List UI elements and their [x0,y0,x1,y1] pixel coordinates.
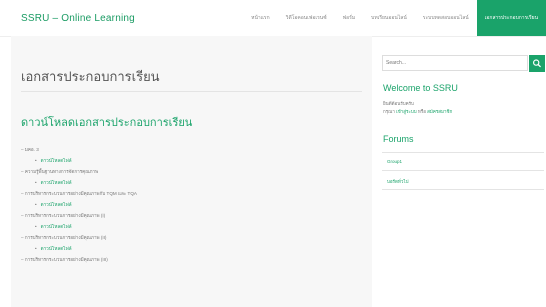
document-list-item: • ดาวน์โหลดไฟล์ [21,221,366,232]
login-prompt-prefix: กรุณา [383,109,395,114]
nav-item-home[interactable]: หน้าแรก [243,0,277,36]
forum-divider [382,170,544,171]
download-file-link[interactable]: ดาวน์โหลดไฟล์ [41,158,72,163]
login-link[interactable]: เข้าสู่ระบบ [396,109,416,114]
welcome-text: ยินดีต้อนรับครับ [383,101,414,106]
download-file-link[interactable]: ดาวน์โหลดไฟล์ [41,202,72,207]
forum-divider [382,189,544,190]
document-category: – มคอ. 3 [21,147,39,152]
document-category: – การบริหารกระบวนการอย่างมีคุณภาพกับ TQM… [21,191,137,196]
download-file-link[interactable]: ดาวน์โหลดไฟล์ [41,180,72,185]
welcome-title: Welcome to SSRU [383,83,458,93]
bullet-icon: • [35,180,37,185]
main-content: เอกสารประกอบการเรียน ดาวน์โหลดเอกสารประก… [11,36,372,307]
document-list-item: • ดาวน์โหลดไฟล์ [21,155,366,166]
document-category: – การบริหารกระบวนการอย่างมีคุณภาพ (III) [21,257,108,262]
bullet-icon: • [35,246,37,251]
bullet-icon: • [35,202,37,207]
register-link[interactable]: สมัครสมาชิก [427,109,452,114]
download-file-link[interactable]: ดาวน์โหลดไฟล์ [41,246,72,251]
forum-link-general-board[interactable]: บอร์ดทั่วไป [387,178,409,185]
nav-item-online-lessons[interactable]: บทเรียนออนไลน์ [363,0,415,36]
forums-title: Forums [383,134,414,144]
main-nav: หน้าแรก วิดีโอคอนเฟอเรนซ์ ฟอรั่ม บทเรียน… [243,0,546,36]
document-category: – ความรู้พื้นฐานทางการจัดการคุณภาพ [21,169,99,174]
document-category: – การบริหารกระบวนการอย่างมีคุณภาพ (I) [21,213,106,218]
bullet-icon: • [35,158,37,163]
document-list-item: • ดาวน์โหลดไฟล์ [21,177,366,188]
document-list: – มคอ. 3 • ดาวน์โหลดไฟล์ – ความรู้พื้นฐานทา… [21,144,366,265]
nav-item-online-tests[interactable]: ระบบทดสอบออนไลน์ [415,0,477,36]
search-button[interactable] [529,55,545,72]
nav-item-video-conference[interactable]: วิดีโอคอนเฟอเรนซ์ [278,0,335,36]
login-prompt: กรุณา เข้าสู่ระบบ หรือ สมัครสมาชิก [383,108,452,115]
site-logo-link[interactable]: SSRU – Online Learning [21,13,135,24]
sidebar: Welcome to SSRU ยินดีต้อนรับครับ กรุณา เ… [382,36,546,307]
search-input[interactable] [382,55,528,71]
top-navbar: SSRU – Online Learning หน้าแรก วิดีโอคอน… [0,0,546,37]
download-file-link[interactable]: ดาวน์โหลดไฟล์ [41,224,72,229]
login-prompt-or: หรือ [417,109,426,114]
document-category: – การบริหารกระบวนการอย่างมีคุณภาพ (II) [21,235,107,240]
title-divider [21,91,362,92]
forum-divider [382,152,544,153]
nav-item-course-documents[interactable]: เอกสารประกอบการเรียน [476,0,546,36]
forum-link-group1[interactable]: Group1 [387,159,402,164]
bullet-icon: • [35,224,37,229]
document-list-item: • ดาวน์โหลดไฟล์ [21,199,366,210]
section-title: ดาวน์โหลดเอกสารประกอบการเรียน [21,117,193,129]
document-list-item: • ดาวน์โหลดไฟล์ [21,243,366,254]
page-title: เอกสารประกอบการเรียน [21,69,160,84]
search-icon [532,59,541,68]
nav-item-forum[interactable]: ฟอรั่ม [335,0,364,36]
